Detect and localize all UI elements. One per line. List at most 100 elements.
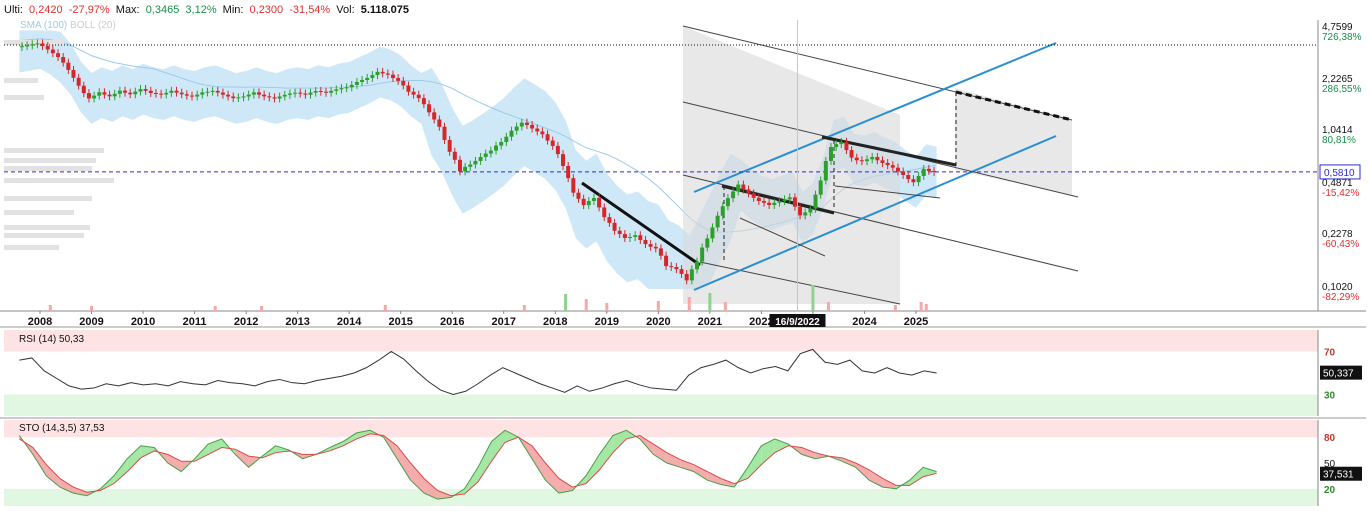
candle [195,94,200,97]
volume-profile-bar [4,225,90,230]
candle [870,156,875,160]
candle [143,89,148,91]
volume-bar [48,305,52,311]
candle [494,145,499,151]
candle [61,56,66,63]
candle [76,77,81,86]
candle [200,92,205,95]
volume-profile-bar [4,95,44,100]
candle [148,90,153,93]
sto-d-line [19,433,937,497]
candle [246,94,251,97]
candle [926,168,931,171]
candle [524,122,529,125]
candle [344,87,349,89]
candle [19,46,24,48]
candle [390,74,395,79]
volume-profile-bar [4,166,92,171]
candle [844,141,849,151]
sto-fill [113,458,128,484]
volume-bar [708,293,712,311]
sto-fill [397,445,411,481]
candle [349,84,354,88]
volume-profile-bar [4,178,114,183]
price-tick-pct: -82,29% [1322,292,1359,303]
candle [839,141,844,145]
rsi-line [19,348,937,396]
price-tick-pct: -15,42% [1322,188,1359,199]
candle [370,75,375,78]
price-tick-pct: 726,38% [1322,32,1362,43]
sto-fill [531,445,546,481]
candle [447,139,452,152]
rsi-oversold-zone [4,394,1318,416]
candle [710,227,715,239]
candle [123,90,128,93]
candle [530,124,535,129]
candle [308,92,313,95]
candle [102,92,107,95]
volume-bar [260,306,264,311]
price-tick-pct: 286,55% [1322,84,1362,95]
candle [612,222,617,231]
candle [669,266,674,268]
volume-bar [90,306,94,311]
candle [251,92,256,95]
year-tick-label: 2012 [234,316,258,328]
candle [421,98,426,105]
candle [220,92,225,95]
sto-title: STO (14,3,5) 37,53 [19,423,105,434]
candle [591,198,596,201]
candle [731,191,736,199]
candle [633,235,638,237]
rsi-overbought-zone [4,330,1318,352]
candle [700,247,705,262]
candle [607,217,612,223]
candle [272,97,277,99]
candle [535,128,540,132]
rsi-panel: RSI (14) 50,33 70 30 50,337 [4,330,1362,416]
volume-bar [213,306,217,311]
year-tick-label: 2019 [595,316,619,328]
candle [658,248,663,256]
candle [895,167,900,172]
candle [107,94,112,97]
candle [875,156,880,161]
candle [834,144,839,148]
year-tick-label: 2011 [183,316,207,328]
candle [597,198,602,208]
volume-bar [605,303,609,311]
candle [566,165,571,179]
volume-bar [656,301,660,311]
candle [499,141,504,146]
candle [674,267,679,270]
candle [267,96,272,98]
candle [86,93,91,99]
stock-chart[interactable]: SMA (100) BOLL (20) 4,7599726,38%2,22652… [0,0,1370,511]
candle [303,93,308,95]
candle [427,104,432,113]
candle [901,171,906,175]
candle [463,166,468,172]
candle [416,94,421,99]
candle [40,43,45,47]
sto-fill [747,445,762,479]
candle [576,192,581,199]
candle [746,189,751,194]
candle [205,91,210,93]
year-tick-label: 2016 [440,316,464,328]
sto-panel: STO (14,3,5) 37,5380502037,531 [4,420,1362,506]
candle [375,71,380,76]
volume-profile-bar [4,245,59,250]
candle [684,273,689,281]
candle [772,202,777,205]
volume-bar [522,305,526,311]
candle [911,179,916,183]
candle [885,162,890,166]
year-tick-label: 2010 [131,316,155,328]
candle [865,159,870,162]
candle [777,201,782,203]
candle [782,199,787,202]
candle [128,92,133,95]
candle [751,193,756,198]
